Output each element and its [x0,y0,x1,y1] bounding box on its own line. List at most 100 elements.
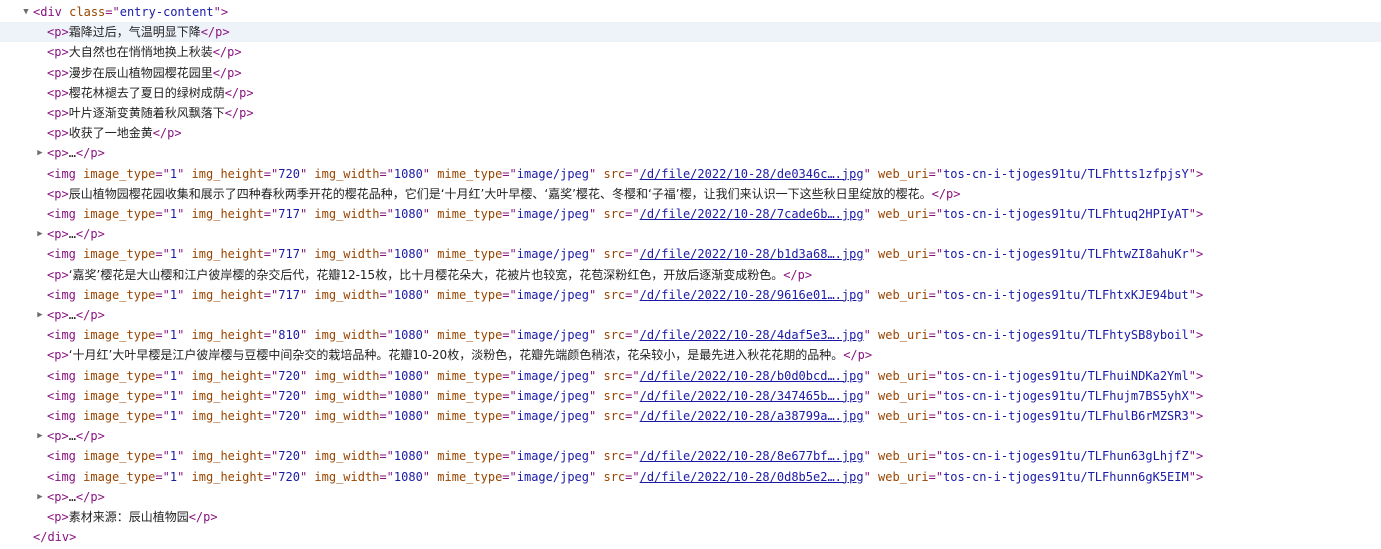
p-node[interactable]: <p>素材来源：辰山植物园</p> [0,507,1381,527]
attribute-name: src [603,409,626,423]
attribute-quote: =" [379,449,394,464]
triangle-right-icon[interactable]: ▶ [35,143,45,163]
p-node[interactable]: <p>大自然也在悄悄地换上秋装</p> [0,42,1381,62]
img-node[interactable]: <img image_type="1" img_height="717" img… [0,285,1381,305]
attribute-name: src [603,469,626,484]
attribute-quote: =" [379,166,394,181]
p-node[interactable]: <p>收获了一地金黄</p> [0,123,1381,143]
tag-open: <p> [47,267,69,282]
src-link[interactable]: /d/file/2022/10-28/8e677bf….jpg [640,449,864,463]
p-node[interactable]: <p>辰山植物园樱花园收集和展示了四种春秋两季开花的樱花品种，它们是‘十月红’大… [0,184,1381,204]
attribute-name: mime_type [437,166,503,181]
triangle-right-icon[interactable]: ▶ [35,224,45,244]
tag-open: <img [47,368,76,383]
attribute-quote: =" [928,207,944,221]
text-content: 收获了一地金黄 [68,126,153,141]
attribute-quote: =" [379,247,394,262]
img-node[interactable]: <img image_type="1" img_height="720" img… [0,164,1381,184]
src-link[interactable]: /d/file/2022/10-28/0d8b5e2….jpg [640,470,864,484]
src-link[interactable]: /d/file/2022/10-28/b0d0bcd….jpg [640,369,864,383]
attribute-quote: =" [502,449,517,464]
src-link[interactable]: /d/file/2022/10-28/4daf5e3….jpg [640,328,864,342]
node-code: <p>…</p> [47,305,105,325]
p-node[interactable]: ▶ <p>…</p> [0,224,1381,244]
div-node[interactable]: ▼ <div class="entry-content"> [0,2,1381,22]
text-content: ‘嘉奖’樱花是大山樱和江户彼岸樱的杂交后代，花瓣12-15枚，比十月樱花朵大，花… [68,267,784,282]
img-node[interactable]: <img image_type="1" img_height="717" img… [0,244,1381,264]
src-link[interactable]: /d/file/2022/10-28/de0346c….jpg [640,167,864,181]
p-node[interactable]: <p>‘嘉奖’樱花是大山樱和江户彼岸樱的杂交后代，花瓣12-15枚，比十月樱花朵… [0,265,1381,285]
attribute-quote: " [299,388,308,403]
tag-close: </p> [212,65,242,80]
attribute-quote: =" [155,247,170,262]
attribute-name: img_width [314,409,380,423]
p-node[interactable]: ▶ <p>…</p> [0,487,1381,507]
p-node[interactable]: <p>‘十月红’大叶早樱是江户彼岸樱与豆樱中间杂交的栽培品种。花瓣10-20枚，… [0,345,1381,365]
triangle-down-icon[interactable]: ▼ [21,2,31,22]
p-node[interactable]: ▶ <p>…</p> [0,426,1381,446]
attribute-value: 1 [169,409,178,423]
attribute-name: image_type [83,328,156,343]
attribute-quote: " [299,166,308,181]
attribute-value: 1 [169,247,178,262]
img-node[interactable]: <img image_type="1" img_height="720" img… [0,366,1381,386]
div-node[interactable]: </div> [0,527,1381,547]
attribute-quote: " [863,247,871,262]
img-node[interactable]: <img image_type="1" img_height="720" img… [0,386,1381,406]
attribute-quote: " [1188,449,1196,464]
attribute-value: 717 [278,207,300,221]
p-node[interactable]: <p>樱花林褪去了夏日的绿树成荫</p> [0,83,1381,103]
img-node[interactable]: <img image_type="1" img_height="717" img… [0,204,1381,224]
tag-open: <img [47,469,76,484]
attribute-quote: =" [155,166,170,181]
src-link[interactable]: /d/file/2022/10-28/347465b….jpg [640,389,864,403]
triangle-right-icon[interactable]: ▶ [35,487,45,507]
attribute-name: web_uri [878,409,929,423]
attribute-quote: " [299,449,308,464]
attribute-value: image/jpeg [516,287,589,302]
img-node[interactable]: <img image_type="1" img_height="720" img… [0,467,1381,487]
attribute-quote: =" [625,449,640,464]
tag-close: </p> [843,348,873,363]
triangle-right-icon[interactable]: ▶ [35,305,45,325]
attribute-quote: =" [928,449,944,464]
attribute-name: img_width [314,247,380,262]
triangle-right-icon[interactable]: ▶ [35,426,45,446]
p-node[interactable]: <p>叶片逐渐变黄随着秋风飘落下</p> [0,103,1381,123]
p-node[interactable]: ▶ <p>…</p> [0,143,1381,163]
attribute-value: tos-cn-i-tjoges91tu/TLFhtwZI8ahuKr [943,247,1189,262]
attribute-name: image_type [83,368,156,383]
tag-open: <p> [47,146,69,161]
attribute-quote: =" [928,388,944,403]
img-node[interactable]: <img image_type="1" img_height="810" img… [0,325,1381,345]
attribute-name: src [603,388,626,403]
img-node[interactable]: <img image_type="1" img_height="720" img… [0,406,1381,426]
attribute-name: web_uri [878,328,929,343]
attribute-quote: =" [625,287,640,302]
tag-bracket: > [1195,449,1204,464]
img-node[interactable]: <img image_type="1" img_height="720" img… [0,446,1381,466]
tag-open: <img [47,328,76,343]
attribute-name: img_height [191,469,264,484]
attribute-name: mime_type [437,388,503,403]
node-code: <p>…</p> [47,487,105,507]
src-link[interactable]: /d/file/2022/10-28/9616e01….jpg [640,288,864,302]
tag-close: </p> [75,227,105,242]
src-link[interactable]: /d/file/2022/10-28/b1d3a68….jpg [640,247,864,261]
attribute-value: 1 [169,328,178,343]
node-code: <img image_type="1" img_height="717" img… [47,244,1203,264]
src-link[interactable]: /d/file/2022/10-28/a38799a….jpg [640,409,864,423]
p-node[interactable]: <p>霜降过后，气温明显下降</p> [0,22,1381,43]
p-node[interactable]: <p>漫步在辰山植物园樱花园里</p> [0,63,1381,83]
node-code: <p>‘嘉奖’樱花是大山樱和江户彼岸樱的杂交后代，花瓣12-15枚，比十月樱花朵… [47,265,812,285]
attribute-name: web_uri [878,207,929,221]
tag-open: <p> [47,126,69,141]
attribute-value: image/jpeg [516,449,589,464]
attribute-value: image/jpeg [516,207,589,221]
attribute-value: entry-content [119,5,214,19]
tag-bracket: > [1195,166,1204,181]
attribute-name: img_height [191,247,264,262]
src-link[interactable]: /d/file/2022/10-28/7cade6b….jpg [640,207,864,221]
attribute-quote: =" [105,5,120,19]
p-node[interactable]: ▶ <p>…</p> [0,305,1381,325]
